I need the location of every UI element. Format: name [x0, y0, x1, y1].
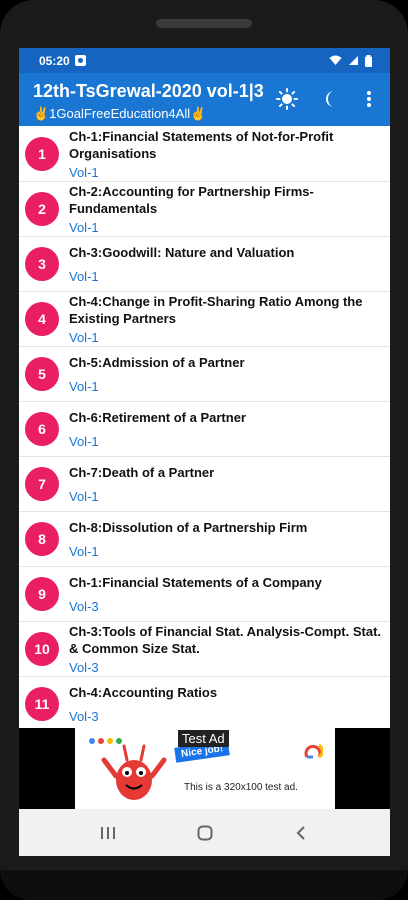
back-icon: [296, 826, 305, 840]
ad-logo-icon: [304, 743, 323, 759]
chapter-list: 1 Ch-1:Financial Statements of Not-for-P…: [19, 126, 390, 728]
chapter-number-badge: 10: [25, 631, 59, 666]
app-bar: 12th-TsGrewal-2020 vol-1|3 ✌1GoalFreeEdu…: [19, 73, 390, 126]
battery-icon: [365, 54, 372, 67]
chapter-volume: Vol-1: [69, 434, 99, 449]
chapter-item[interactable]: 8 Ch-8:Dissolution of a Partnership Firm…: [19, 511, 390, 567]
chapter-item[interactable]: 4 Ch-4:Change in Profit-Sharing Ratio Am…: [19, 291, 390, 347]
chapter-title: Ch-3:Tools of Financial Stat. Analysis-C…: [69, 624, 382, 656]
chapter-volume: Vol-1: [69, 165, 99, 180]
signal-icon: [349, 56, 358, 65]
app-title: 12th-TsGrewal-2020 vol-1|3: [33, 81, 264, 101]
sun-icon: [276, 88, 298, 110]
ad-area: Nice job! Test Ad This is a 320x100 test…: [19, 728, 390, 809]
chapter-number-badge: 8: [25, 521, 59, 556]
chapter-item[interactable]: 11 Ch-4:Accounting Ratios Vol-3: [19, 676, 390, 728]
chapter-number-badge: 7: [25, 466, 59, 501]
chapter-item[interactable]: 9 Ch-1:Financial Statements of a Company…: [19, 566, 390, 622]
chapter-title: Ch-4:Accounting Ratios: [69, 685, 218, 700]
chapter-volume: Vol-1: [69, 544, 99, 559]
ad-banner[interactable]: Nice job! Test Ad This is a 320x100 test…: [75, 728, 335, 809]
home-button[interactable]: [194, 822, 216, 844]
chapter-title: Ch-7:Death of a Partner: [69, 465, 215, 480]
chapter-title: Ch-1:Financial Statements of a Company: [69, 575, 322, 590]
phone-chin: [0, 870, 408, 900]
back-button[interactable]: [290, 822, 312, 844]
chapter-volume: Vol-3: [69, 660, 99, 675]
chapter-title: Ch-4:Change in Profit-Sharing Ratio Amon…: [69, 294, 363, 326]
chapter-number-badge: 4: [25, 301, 59, 336]
red-monster-illustration: [101, 744, 167, 800]
chapter-number-badge: 3: [25, 246, 59, 281]
chapter-number-badge: 6: [25, 411, 59, 446]
app-subtitle: ✌1GoalFreeEducation4All✌: [33, 106, 207, 121]
notification-icon: [74, 55, 86, 66]
chapter-title: Ch-6:Retirement of a Partner: [69, 410, 246, 425]
chapter-title: Ch-8:Dissolution of a Partnership Firm: [69, 520, 308, 535]
wifi-icon: [329, 55, 342, 65]
chapter-title: Ch-5:Admission of a Partner: [69, 355, 245, 370]
chapter-number-badge: 1: [25, 136, 59, 171]
ad-text: This is a 320x100 test ad.: [184, 782, 298, 793]
chapter-item[interactable]: 3 Ch-3:Goodwill: Nature and Valuation Vo…: [19, 236, 390, 292]
chapter-item[interactable]: 6 Ch-6:Retirement of a Partner Vol-1: [19, 401, 390, 457]
chapter-volume: Vol-1: [69, 269, 99, 284]
dark-theme-button[interactable]: [321, 87, 345, 111]
moon-icon: [326, 91, 334, 107]
chapter-number-badge: 9: [25, 576, 59, 611]
chapter-title: Ch-3:Goodwill: Nature and Valuation: [69, 245, 295, 260]
system-nav-bar: [19, 809, 390, 856]
chapter-volume: Vol-1: [69, 379, 99, 394]
speaker-grille: [156, 19, 252, 28]
overflow-menu-button[interactable]: [357, 87, 381, 111]
chapter-volume: Vol-1: [69, 489, 99, 504]
chapter-number-badge: 5: [25, 356, 59, 391]
chapter-volume: Vol-3: [69, 599, 99, 614]
chapter-title: Ch-1:Financial Statements of Not-for-Pro…: [69, 129, 334, 161]
chapter-item[interactable]: 1 Ch-1:Financial Statements of Not-for-P…: [19, 126, 390, 182]
chapter-item[interactable]: 10 Ch-3:Tools of Financial Stat. Analysi…: [19, 621, 390, 677]
more-vert-icon: [367, 91, 371, 107]
chapter-number-badge: 11: [25, 686, 59, 721]
status-time: 05:20: [39, 53, 70, 68]
status-bar: 05:20: [19, 48, 390, 73]
phone-frame: 05:20 12th-TsGrewal-2020 vol-1|3 ✌1GoalF…: [0, 0, 408, 900]
chapter-volume: Vol-1: [69, 330, 99, 345]
recents-icon: [101, 827, 115, 839]
recents-button[interactable]: [97, 822, 119, 844]
chapter-number-badge: 2: [25, 191, 59, 226]
home-icon: [197, 825, 213, 841]
chapter-volume: Vol-1: [69, 220, 99, 235]
screen: 05:20 12th-TsGrewal-2020 vol-1|3 ✌1GoalF…: [19, 48, 390, 856]
chapter-item[interactable]: 2 Ch-2:Accounting for Partnership Firms-…: [19, 181, 390, 237]
chapter-volume: Vol-3: [69, 709, 99, 724]
light-theme-button[interactable]: [275, 87, 299, 111]
chapter-item[interactable]: 5 Ch-5:Admission of a Partner Vol-1: [19, 346, 390, 402]
chapter-title: Ch-2:Accounting for Partnership Firms-Fu…: [69, 184, 314, 216]
chapter-item[interactable]: 7 Ch-7:Death of a Partner Vol-1: [19, 456, 390, 512]
test-ad-label: Test Ad: [178, 730, 229, 747]
